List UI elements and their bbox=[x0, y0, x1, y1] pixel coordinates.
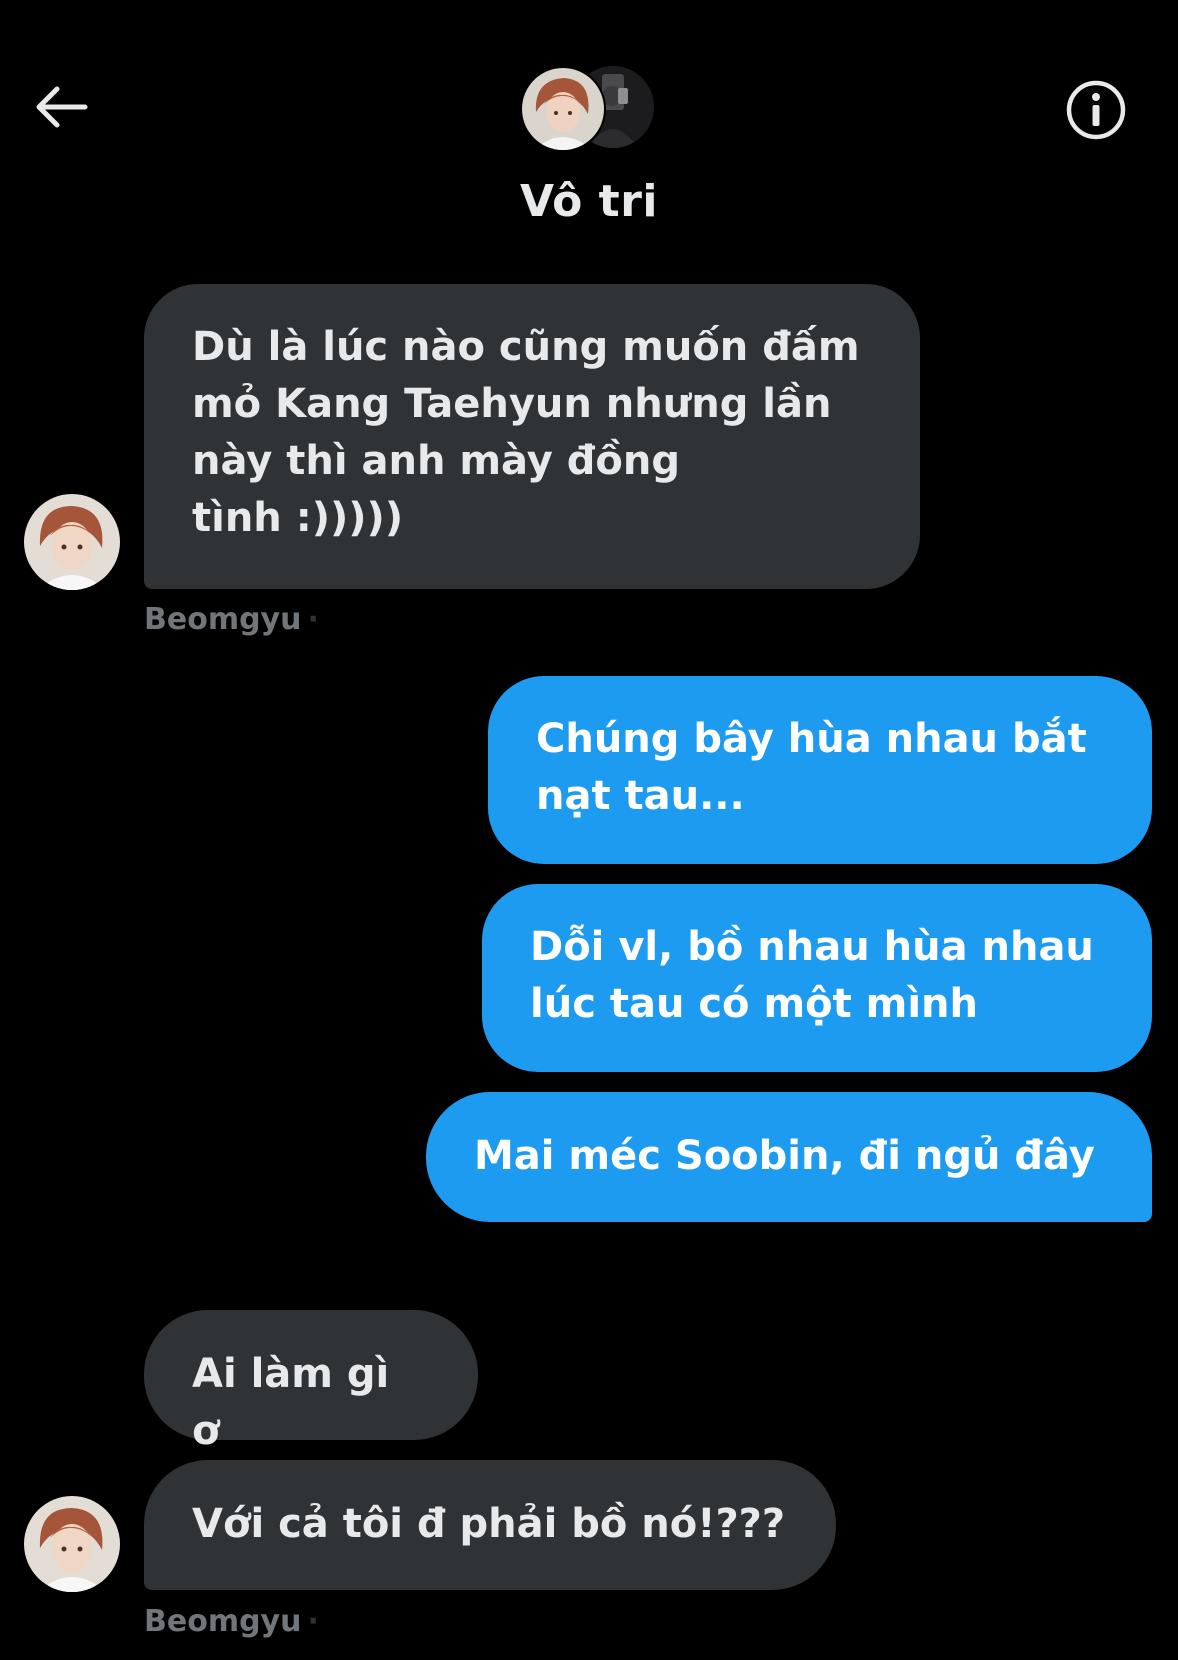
group-avatars[interactable] bbox=[520, 66, 660, 152]
back-button[interactable] bbox=[30, 78, 92, 136]
sender-avatar[interactable] bbox=[24, 494, 120, 590]
sender-name-text: Beomgyu bbox=[144, 602, 302, 637]
arrow-left-icon bbox=[36, 86, 88, 128]
sender-avatar[interactable] bbox=[24, 1496, 120, 1592]
message-bubble-incoming[interactable]: Với cả tôi đ phải bồ nó!??? bbox=[144, 1460, 836, 1590]
sender-name: Beomgyu · bbox=[144, 1604, 319, 1639]
info-circle-icon bbox=[1066, 80, 1126, 140]
sender-name-text: Beomgyu bbox=[144, 1604, 302, 1639]
message-bubble-incoming[interactable]: Ai làm gì ơ bbox=[144, 1310, 478, 1454]
message-bubble-outgoing[interactable]: Dỗi vl, bồ nhau hùa nhau lúc tau có một … bbox=[482, 884, 1152, 1072]
conversation-title[interactable]: Vô tri bbox=[0, 176, 1178, 227]
group-member-avatar-1 bbox=[520, 66, 606, 152]
message-bubble-outgoing[interactable]: Chúng bây hùa nhau bắt nạt tau... bbox=[488, 676, 1152, 864]
conversation-info-button[interactable] bbox=[1062, 76, 1130, 144]
separator-dot: · bbox=[307, 602, 319, 637]
sender-name: Beomgyu · bbox=[144, 602, 319, 637]
message-bubble-outgoing[interactable]: Mai méc Soobin, đi ngủ đây bbox=[426, 1092, 1152, 1222]
message-bubble-incoming[interactable]: Dù là lúc nào cũng muốn đấm mỏ Kang Taeh… bbox=[144, 284, 920, 589]
separator-dot: · bbox=[307, 1604, 319, 1639]
